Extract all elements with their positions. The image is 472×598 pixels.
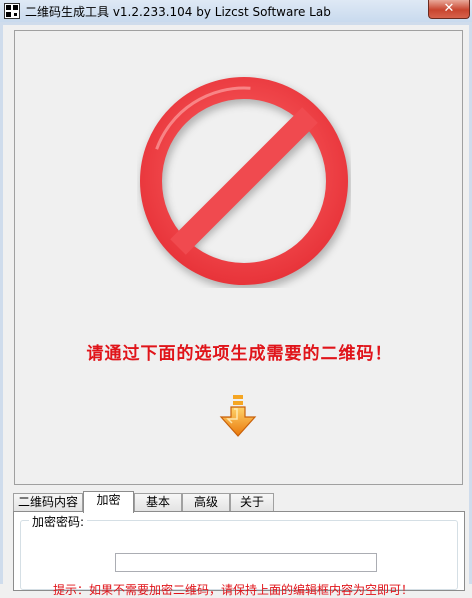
forbidden-icon <box>140 77 351 288</box>
window-title: 二维码生成工具 v1.2.233.104 by Lizcst Software … <box>25 5 331 19</box>
encryption-groupbox: 加密密码: 提示：如果不需要加密二维码，请保持上面的编辑框内容为空即可！ <box>20 513 458 597</box>
encryption-password-label: 加密密码: <box>29 513 88 530</box>
tab-encryption[interactable]: 加密 <box>83 491 134 513</box>
instruction-message: 请通过下面的选项生成需要的二维码！ <box>86 344 393 364</box>
tab-basic[interactable]: 基本 <box>134 493 182 511</box>
close-button[interactable]: ✕ <box>428 0 470 19</box>
title-bar[interactable]: 二维码生成工具 v1.2.233.104 by Lizcst Software … <box>0 0 472 23</box>
tab-advanced[interactable]: 高级 <box>182 493 230 511</box>
encryption-password-input[interactable] <box>115 553 377 572</box>
tab-qr-content[interactable]: 二维码内容 <box>13 493 83 511</box>
encryption-panel: 加密密码: 提示：如果不需要加密二维码，请保持上面的编辑框内容为空即可！ <box>13 511 465 597</box>
qr-preview-panel: 请通过下面的选项生成需要的二维码！ <box>14 30 463 485</box>
tab-about[interactable]: 关于 <box>230 493 274 511</box>
qr-app-icon <box>4 3 20 19</box>
down-arrow-icon <box>219 395 257 437</box>
